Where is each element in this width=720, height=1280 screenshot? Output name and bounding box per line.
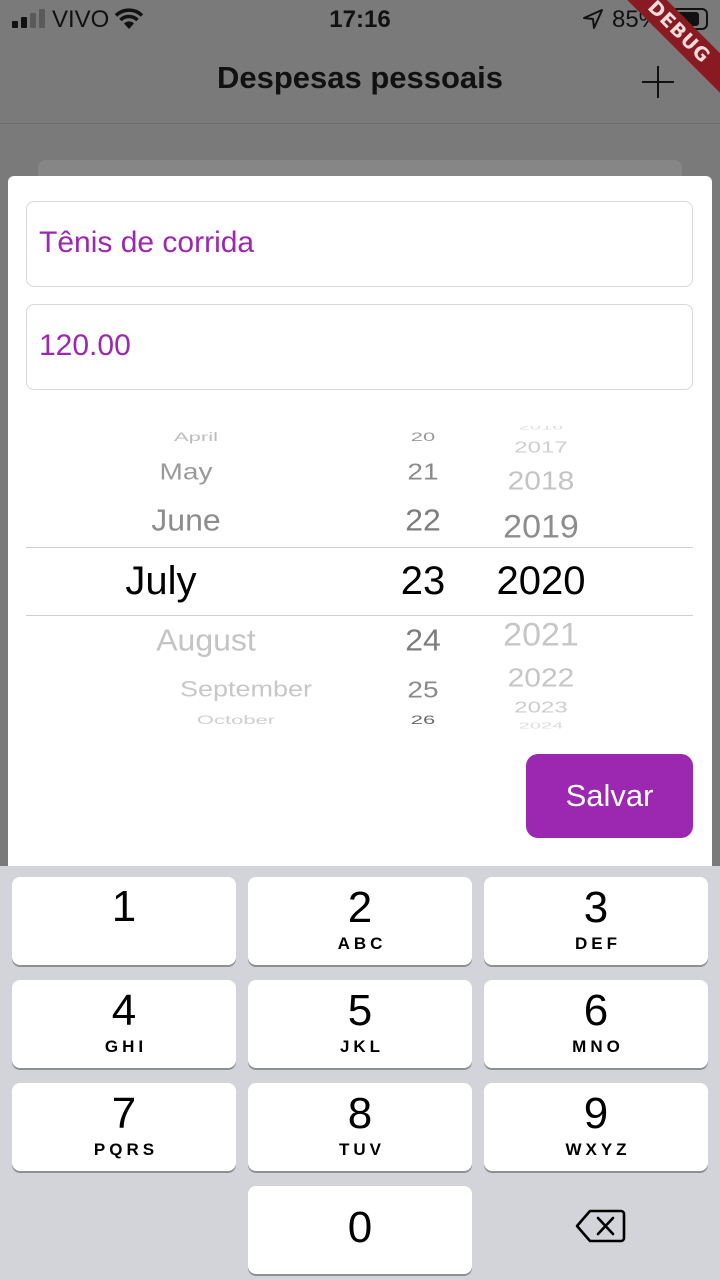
key-digit: 0	[347, 1203, 373, 1252]
title-field[interactable]: Tênis de corrida	[26, 201, 693, 287]
key-digit: 7	[111, 1089, 137, 1138]
picker-day[interactable]: 26	[383, 713, 463, 727]
page-title: Despesas pessoais	[216, 60, 504, 95]
picker-year[interactable]: 2023	[481, 699, 601, 717]
key-digit: 6	[583, 986, 609, 1035]
picker-month[interactable]: May	[106, 459, 266, 485]
app-bar: Despesas pessoais	[0, 40, 720, 124]
picker-year[interactable]: 2021	[481, 617, 601, 654]
picker-day[interactable]: 20	[383, 430, 463, 444]
picker-month[interactable]: June	[106, 503, 266, 538]
picker-year-selected[interactable]: 2020	[476, 559, 606, 604]
picker-month[interactable]: September	[146, 677, 346, 702]
key-digit: 5	[347, 986, 373, 1035]
picker-day[interactable]: 22	[383, 503, 463, 538]
picker-month[interactable]: October	[146, 713, 326, 727]
picker-month-selected[interactable]: July	[81, 559, 241, 604]
picker-year[interactable]: 2016	[481, 426, 601, 432]
key-4[interactable]: 4 GHI	[12, 980, 236, 1068]
picker-day[interactable]: 21	[383, 459, 463, 485]
key-1[interactable]: 1	[12, 877, 236, 965]
key-digit: 4	[111, 986, 137, 1035]
key-0[interactable]: 0	[248, 1186, 472, 1274]
key-digit: 8	[347, 1089, 373, 1138]
key-letters: GHI	[104, 1037, 148, 1056]
picker-day-selected[interactable]: 23	[383, 559, 463, 604]
transaction-form-sheet: Tênis de corrida 120.00 April May June J…	[8, 176, 712, 876]
key-letters: MNO	[572, 1037, 624, 1056]
key-digit: 9	[583, 1089, 609, 1138]
key-digit: 2	[347, 883, 373, 932]
key-letters: JKL	[339, 1037, 385, 1056]
picker-day[interactable]: 24	[383, 623, 463, 658]
key-2[interactable]: 2 ABC	[248, 877, 472, 965]
key-digit: 1	[111, 882, 137, 931]
title-input-value: Tênis de corrida	[39, 226, 255, 259]
save-button[interactable]: Salvar	[526, 754, 693, 838]
numeric-keyboard: 1 2 ABC 3 DEF 4 GHI 5 JKL 6 MNO 7 PQRS 8…	[0, 866, 720, 1280]
picker-day[interactable]: 25	[383, 677, 463, 703]
picker-selection-top-line	[26, 547, 693, 548]
key-8[interactable]: 8 TUV	[248, 1083, 472, 1171]
date-picker[interactable]: April May June July August September Oct…	[26, 426, 693, 731]
value-input-value: 120.00	[39, 329, 131, 362]
picker-year[interactable]: 2022	[481, 665, 601, 694]
picker-year[interactable]: 2019	[481, 509, 601, 546]
key-letters: DEF	[575, 934, 621, 953]
key-3[interactable]: 3 DEF	[484, 877, 708, 965]
key-letters: ABC	[337, 934, 387, 953]
location-arrow-icon	[583, 9, 603, 29]
key-letters: TUV	[339, 1140, 385, 1159]
key-digit: 3	[583, 883, 609, 932]
picker-month[interactable]: April	[116, 430, 276, 444]
key-letters: PQRS	[93, 1140, 159, 1159]
key-6[interactable]: 6 MNO	[484, 980, 708, 1068]
key-letters: WXYZ	[565, 1140, 631, 1159]
picker-month[interactable]: August	[126, 623, 286, 658]
key-9[interactable]: 9 WXYZ	[484, 1083, 708, 1171]
plus-icon[interactable]	[640, 64, 676, 100]
picker-year[interactable]: 2018	[481, 468, 601, 497]
value-field[interactable]: 120.00	[26, 304, 693, 390]
picker-year[interactable]: 2024	[481, 722, 601, 731]
status-bar: VIVO 17:16 85%	[0, 0, 720, 40]
key-5[interactable]: 5 JKL	[248, 980, 472, 1068]
picker-year[interactable]: 2017	[481, 439, 601, 457]
picker-selection-bottom-line	[26, 615, 693, 616]
backspace-icon[interactable]	[572, 1206, 628, 1246]
key-7[interactable]: 7 PQRS	[12, 1083, 236, 1171]
